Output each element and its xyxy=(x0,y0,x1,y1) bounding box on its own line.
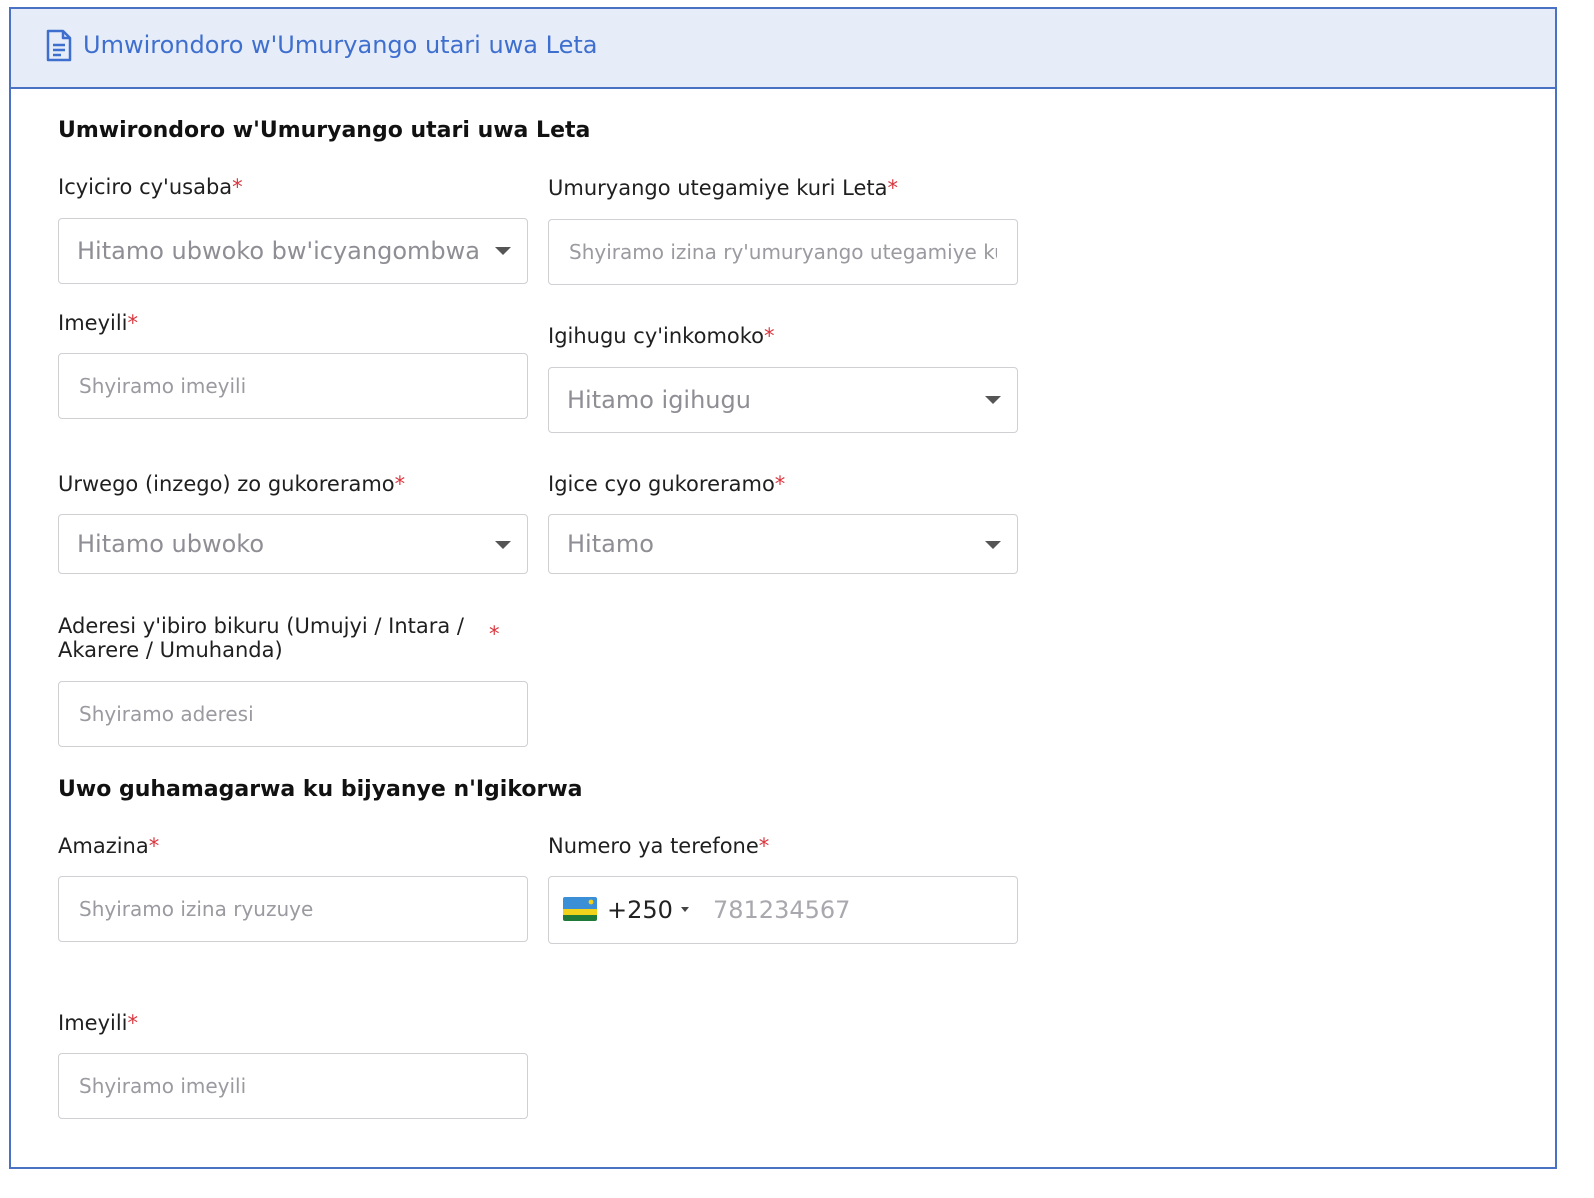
levels-label: Urwego (inzego) zo gukoreramo* xyxy=(58,472,406,496)
category-select-value: Hitamo ubwoko bw'icyangombwa xyxy=(77,237,480,265)
sector-label: Igice cyo gukoreramo* xyxy=(548,472,786,496)
address-input[interactable] xyxy=(59,682,527,746)
country-code[interactable]: +250 xyxy=(607,877,673,943)
country-select[interactable]: Hitamo igihugu xyxy=(548,367,1018,433)
document-icon xyxy=(46,29,72,62)
contact-email-input[interactable] xyxy=(59,1054,527,1118)
sector-select[interactable]: Hitamo xyxy=(548,514,1018,574)
email-input[interactable] xyxy=(59,354,527,418)
email-label: Imeyili* xyxy=(58,311,139,335)
chevron-down-icon xyxy=(985,396,1001,404)
page-title: Umwirondoro w'Umuryango utari uwa Leta xyxy=(83,31,598,59)
sector-select-value: Hitamo xyxy=(567,530,654,558)
category-select[interactable]: Hitamo ubwoko bw'icyangombwa xyxy=(58,218,528,284)
chevron-down-icon xyxy=(495,247,511,255)
phone-label: Numero ya terefone* xyxy=(548,834,770,858)
email-field[interactable] xyxy=(58,353,528,419)
country-label: Igihugu cy'inkomoko* xyxy=(548,324,775,348)
phone-field[interactable]: +250 xyxy=(548,876,1018,944)
category-label: Icyiciro cy'usaba* xyxy=(58,175,243,199)
contact-name-label: Amazina* xyxy=(58,834,160,858)
contact-name-input[interactable] xyxy=(59,877,527,941)
levels-select[interactable]: Hitamo ubwoko xyxy=(58,514,528,574)
address-field[interactable] xyxy=(58,681,528,747)
chevron-down-icon xyxy=(985,541,1001,549)
parent-org-input[interactable] xyxy=(549,220,1017,284)
card-header: Umwirondoro w'Umuryango utari uwa Leta xyxy=(11,9,1555,89)
contact-email-field[interactable] xyxy=(58,1053,528,1119)
country-select-value: Hitamo igihugu xyxy=(567,386,751,414)
chevron-down-icon xyxy=(495,541,511,549)
contact-name-field[interactable] xyxy=(58,876,528,942)
parent-org-label: Umuryango utegamiye kuri Leta* xyxy=(548,176,899,200)
levels-select-value: Hitamo ubwoko xyxy=(77,530,265,558)
address-required-mark: * xyxy=(489,622,500,646)
rwanda-flag-icon[interactable] xyxy=(563,897,597,921)
contact-email-label: Imeyili* xyxy=(58,1011,139,1035)
section-title-organization: Umwirondoro w'Umuryango utari uwa Leta xyxy=(58,118,591,143)
caret-down-icon[interactable] xyxy=(681,907,689,912)
address-label: Aderesi y'ibiro bikuru (Umujyi / Intara … xyxy=(58,614,465,662)
phone-input[interactable] xyxy=(699,877,999,943)
parent-org-field[interactable] xyxy=(548,219,1018,285)
section-title-contact: Uwo guhamagarwa ku bijyanye n'Igikorwa xyxy=(58,777,583,802)
